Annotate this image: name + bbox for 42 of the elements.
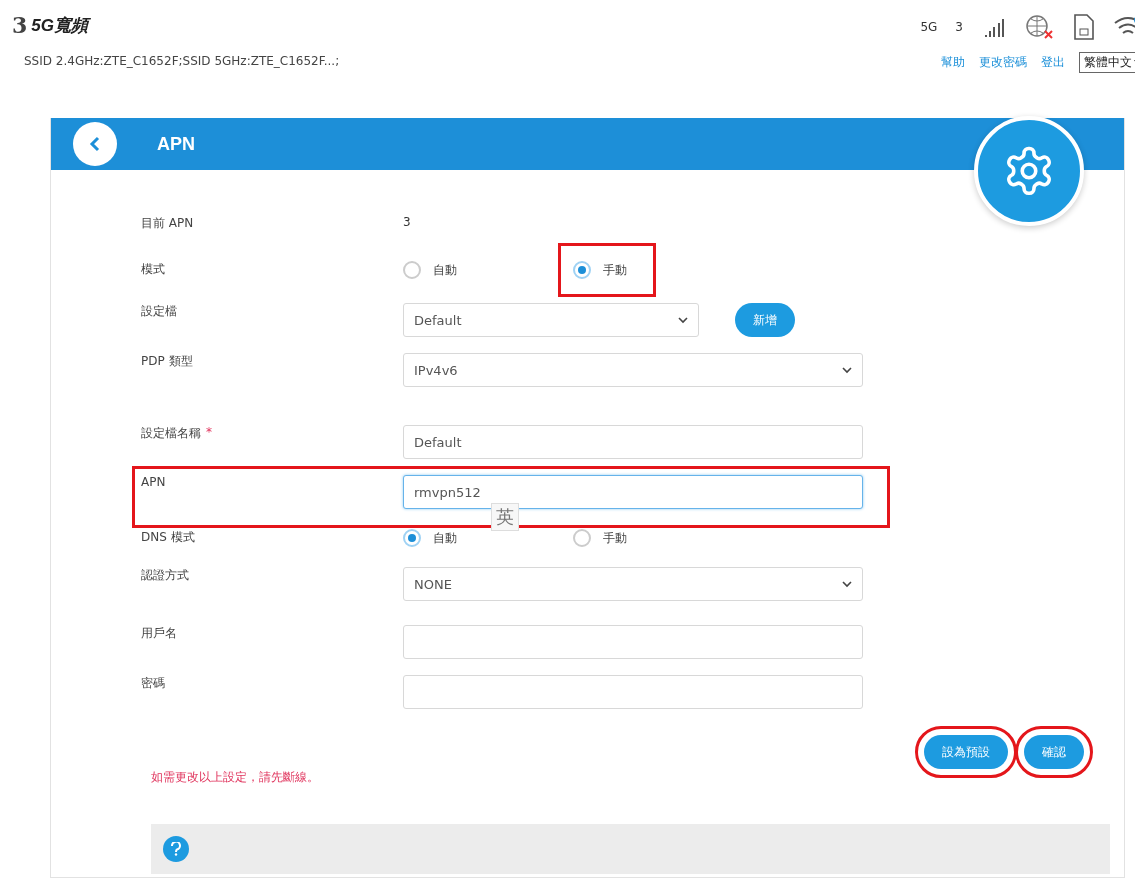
chevron-icon [678, 316, 688, 324]
field-label: 用戶名 [141, 625, 177, 642]
header-link[interactable]: 更改密碼 [979, 54, 1027, 71]
globe-error-icon [1025, 14, 1055, 40]
input-field[interactable]: rmvpn512 [403, 475, 863, 509]
field-label: DNS 模式 [141, 529, 196, 546]
field-label: 設定檔 [141, 303, 178, 320]
field-label: 認證方式 [141, 567, 190, 584]
field-label: 目前 APN [141, 215, 195, 232]
field-label: PDP 類型 [141, 353, 194, 370]
back-button[interactable] [73, 122, 117, 166]
sim-card-icon [1073, 14, 1095, 40]
required-mark: * [206, 425, 212, 439]
dropdown[interactable]: IPv4v6 [403, 353, 863, 387]
panel-title: APN [157, 133, 195, 155]
field-label: 密碼 [141, 675, 165, 692]
field-value: 3 [403, 215, 412, 229]
chevron-icon [842, 366, 852, 374]
help-icon[interactable] [163, 836, 189, 862]
chevron-left-icon [89, 136, 101, 152]
field-label: 設定檔名稱 [141, 425, 201, 442]
input-field[interactable]: Default [403, 425, 863, 459]
dropdown[interactable]: NONE [403, 567, 863, 601]
ssid-text: SSID 2.4GHz:ZTE_C1652F;SSID 5GHz:ZTE_C1652F...; [23, 54, 340, 68]
dropdown[interactable]: Default [403, 303, 699, 337]
ime-indicator: 英 [491, 503, 519, 531]
header-link[interactable]: 登出 [1041, 54, 1065, 71]
radio-option[interactable]: 自動 [388, 511, 486, 565]
chevron-icon [842, 580, 852, 588]
radio-option[interactable]: 手動 [558, 511, 656, 565]
logo-mark: 3 [12, 12, 28, 38]
warning-note: 如需更改以上設定，請先斷線。 [151, 769, 320, 786]
input-field[interactable] [403, 675, 863, 709]
field-label: APN [141, 475, 166, 489]
language-select[interactable]: 繁體中文 [1079, 52, 1135, 73]
field-label: 模式 [141, 261, 166, 278]
input-field[interactable] [403, 625, 863, 659]
radio-option[interactable]: 自動 [388, 243, 486, 297]
radio-option[interactable]: 手動 [558, 243, 656, 297]
signal-label: 3 [955, 20, 963, 34]
header-link[interactable]: 幫助 [941, 54, 965, 71]
network-type: 5G [920, 20, 938, 34]
